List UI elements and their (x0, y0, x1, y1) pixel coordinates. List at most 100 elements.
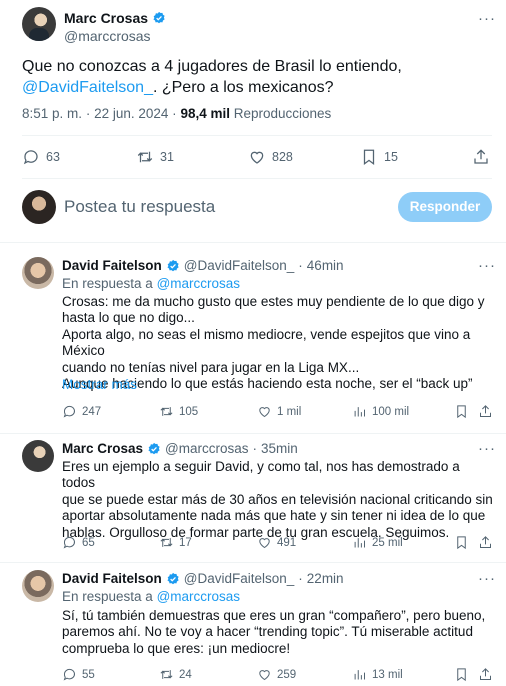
bookmark-icon (363, 149, 375, 166)
reply-time[interactable]: 35min (261, 441, 298, 456)
reply-input[interactable]: Postea tu respuesta (64, 197, 215, 217)
divider (22, 135, 492, 136)
reply-actions: 55 24 259 13 mil (62, 667, 494, 685)
reply-button[interactable]: Responder (398, 192, 492, 222)
like-count: 259 (277, 668, 297, 681)
bookmark-action[interactable]: 15 (360, 148, 398, 166)
reply-action[interactable]: 247 (62, 404, 101, 419)
more-options-icon[interactable]: ··· (478, 440, 496, 457)
retweet-count: 24 (179, 668, 192, 681)
like-action[interactable]: 828 (248, 148, 293, 166)
like-count: 491 (277, 536, 297, 549)
reply-tweet[interactable]: David Faitelson @DavidFaitelson_ · 22min… (0, 563, 506, 686)
retweet-action[interactable]: 24 (159, 667, 192, 682)
avatar[interactable] (22, 7, 56, 41)
bookmark-action[interactable] (454, 535, 469, 550)
views-action[interactable]: 100 mil (352, 404, 409, 419)
reply-actions: 247 105 1 mil 100 mil (62, 404, 494, 422)
heart-icon (259, 538, 270, 549)
in-reply-handle[interactable]: @marccrosas (157, 589, 240, 604)
reply-time[interactable]: 22min (307, 571, 344, 586)
views-action[interactable]: 13 mil (352, 667, 403, 682)
avatar[interactable] (22, 440, 54, 472)
heart-icon (250, 151, 264, 164)
heart-icon (259, 670, 270, 681)
retweet-action[interactable]: 31 (136, 148, 174, 166)
avatar[interactable] (22, 257, 54, 289)
share-action[interactable] (478, 404, 493, 419)
reply-count: 63 (46, 150, 60, 164)
reply-text-line: aportar absolutamente nada más que hate … (62, 508, 486, 524)
share-icon (480, 668, 491, 680)
author-handle[interactable]: @marccrosas (64, 28, 151, 44)
author-handle[interactable]: @DavidFaitelson_ (184, 571, 295, 586)
reply-header: David Faitelson @DavidFaitelson_ · 22min (62, 571, 344, 586)
bookmark-action[interactable] (454, 667, 469, 682)
views-label: Reproducciones (233, 106, 332, 121)
show-more-link[interactable]: Mostrar más (62, 377, 137, 392)
reply-icon (23, 150, 38, 165)
retweet-action[interactable]: 105 (159, 404, 198, 419)
more-options-icon[interactable]: ··· (478, 570, 496, 587)
reply-text-line: comprueba lo que eres: ¡un mediocre! (62, 640, 291, 656)
retweet-icon (137, 151, 153, 163)
reply-header: Marc Crosas @marccrosas · 35min (62, 441, 298, 456)
reply-action[interactable]: 65 (62, 535, 95, 550)
reply-action[interactable]: 63 (22, 148, 60, 166)
author-name[interactable]: Marc Crosas (64, 10, 148, 26)
retweet-icon (160, 538, 173, 547)
like-action[interactable]: 259 (257, 667, 296, 682)
share-icon (480, 536, 491, 548)
reply-icon (63, 537, 75, 549)
share-action[interactable] (472, 148, 490, 166)
bookmark-action[interactable] (454, 404, 469, 419)
views-chart-icon (354, 407, 365, 417)
author-handle[interactable]: @marccrosas (165, 441, 248, 456)
reply-tweet[interactable]: Marc Crosas @marccrosas · 35min ··· Eres… (0, 434, 506, 564)
views-count: 98,4 mil (180, 106, 230, 121)
meta-separator: · (172, 106, 177, 121)
avatar[interactable] (22, 570, 54, 602)
like-action[interactable]: 1 mil (257, 404, 301, 419)
author-name-row[interactable]: Marc Crosas (64, 10, 166, 26)
bookmark-icon (457, 668, 466, 682)
share-action[interactable] (478, 667, 493, 682)
author-name[interactable]: David Faitelson (62, 571, 162, 586)
share-action[interactable] (478, 535, 493, 550)
tweet-time[interactable]: 8:51 p. m. (22, 106, 82, 121)
more-options-icon[interactable]: ··· (478, 257, 496, 274)
retweet-icon (160, 407, 173, 416)
meta-separator: · (85, 106, 91, 121)
in-reply-to: En respuesta a @marccrosas (62, 589, 240, 604)
mention-link[interactable]: @DavidFaitelson_ (22, 79, 153, 96)
reply-header: David Faitelson @DavidFaitelson_ · 46min (62, 258, 344, 273)
author-name[interactable]: Marc Crosas (62, 441, 143, 456)
author-name[interactable]: David Faitelson (62, 258, 162, 273)
views-count: 13 mil (372, 668, 403, 681)
like-action[interactable]: 491 (257, 535, 296, 550)
reply-tweet[interactable]: David Faitelson @DavidFaitelson_ · 46min… (0, 243, 506, 433)
tweet-text-part1: Que no conozcas a 4 jugadores de Brasil … (22, 58, 402, 75)
bookmark-icon (457, 536, 466, 550)
retweet-count: 17 (179, 536, 192, 549)
reply-text-line: Sí, tú también demuestras que eres un gr… (62, 608, 486, 623)
views-action[interactable]: 25 mil (352, 535, 403, 550)
reply-text: Sí, tú también demuestras que eres un gr… (62, 608, 494, 657)
reply-text-line: paremos ahí. No te voy a hacer “trending… (62, 624, 473, 640)
tweet-text: Que no conozcas a 4 jugadores de Brasil … (22, 56, 492, 98)
meta-separator: · (298, 258, 303, 273)
tweet-date[interactable]: 22 jun. 2024 (94, 106, 168, 121)
views-chart-icon (354, 538, 365, 548)
tweet-meta: 8:51 p. m. · 22 jun. 2024 · 98,4 mil Rep… (22, 106, 331, 121)
more-options-icon[interactable]: ··· (478, 10, 496, 27)
retweet-count: 31 (160, 150, 174, 164)
retweet-action[interactable]: 17 (159, 535, 192, 550)
current-user-avatar[interactable] (22, 190, 56, 224)
author-handle[interactable]: @DavidFaitelson_ (184, 258, 295, 273)
in-reply-handle[interactable]: @marccrosas (157, 276, 240, 291)
reply-time[interactable]: 46min (307, 258, 344, 273)
retweet-icon (160, 670, 173, 679)
reply-text: Eres un ejemplo a seguir David, y como t… (62, 459, 494, 541)
reply-action[interactable]: 55 (62, 667, 95, 682)
meta-separator: · (252, 441, 258, 456)
